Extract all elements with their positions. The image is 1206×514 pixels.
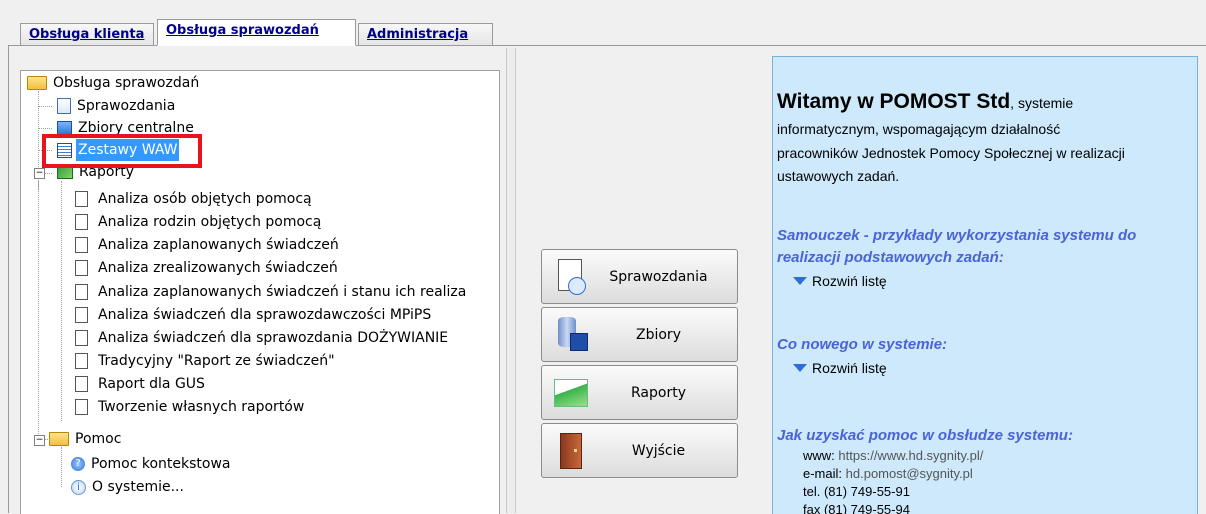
chart-icon [552,373,590,413]
highlight-annotation [42,134,202,168]
tree-item-o-systemie[interactable]: i O systemie... [71,476,186,498]
open-folder-icon [49,432,69,446]
tree-item-report[interactable]: Analiza zaplanowanych świadczeń [73,234,341,256]
welcome-heading: Witamy w POMOST Std, systemie [777,90,1074,113]
collapse-raporty-toggle[interactable]: − [34,168,45,179]
pomoc-heading: Jak uzyskać pomoc w obsłudze systemu: [777,427,1073,444]
tree-item-report[interactable]: Tradycyjny "Raport ze świadczeń" [73,350,337,372]
tab-obsluga-klienta[interactable]: Obsługa klienta [20,23,154,45]
phone-contact: tel. (81) 749-55-91 [803,484,910,499]
tree-item-pomoc[interactable]: Pomoc [49,428,123,450]
tree-root[interactable]: Obsługa sprawozdań [27,72,201,94]
info-icon: i [71,479,86,495]
tree-connector [38,106,52,107]
open-folder-icon [27,76,47,90]
report-doc-icon [57,98,71,114]
zbiory-button[interactable]: Zbiory [541,307,738,362]
document-icon [75,353,88,369]
welcome-text: informatycznym, wspomagającym działalnoś… [777,121,1061,137]
help-icon: ? [71,457,85,471]
chevron-down-icon [793,277,807,285]
expand-nowosci-link[interactable]: Rozwiń listę [793,360,887,376]
tree-item-sprawozdania[interactable]: Sprawozdania [57,95,177,117]
samouczek-heading: Samouczek - przykłady wykorzystania syst… [777,227,1137,244]
document-icon [75,376,88,392]
welcome-text: pracowników Jednostek Pomocy Społecznej … [777,145,1125,161]
document-icon [75,284,88,300]
document-icon [75,191,88,207]
document-icon [75,307,88,323]
tree-item-report[interactable]: Analiza świadczeń dla sprawozdawczości M… [73,304,433,326]
tree-item-pomoc-kontekstowa[interactable]: ? Pomoc kontekstowa [71,453,233,475]
wyjscie-button[interactable]: Wyjście [541,423,738,478]
tree-item-report[interactable]: Raport dla GUS [73,373,207,395]
welcome-text: ustawowych zadań. [777,168,900,184]
samouczek-heading: realizacji podstawowych zadań: [777,249,1004,266]
fax-contact: fax (81) 749-55-94 [803,502,910,514]
document-icon [75,260,88,276]
panel-splitter[interactable] [506,48,516,513]
tree-item-report[interactable]: Analiza rodzin objętych pomocą [73,211,323,233]
tree-item-report[interactable]: Analiza zrealizowanych świadczeń [73,257,340,279]
tab-bar: Obsługa klienta Obsługa sprawozdań Admin… [0,0,1206,46]
sprawozdania-button[interactable]: Sprawozdania [541,249,738,304]
tree-connector [61,447,62,487]
collapse-pomoc-toggle[interactable]: − [34,435,45,446]
database-icon [552,315,590,355]
document-icon [75,214,88,230]
tree-item-report[interactable]: Analiza świadczeń dla sprawozdania DOŻYW… [73,327,450,349]
www-contact[interactable]: www: https://www.hd.sygnity.pl/ [803,448,983,463]
tree-item-report[interactable]: Tworzenie własnych raportów [73,396,306,418]
tab-administracja[interactable]: Administracja [358,23,493,45]
document-icon [75,330,88,346]
report-doc-icon [552,257,590,297]
tree-connector [38,181,39,446]
co-nowego-heading: Co nowego w systemie: [777,336,948,353]
document-icon [75,399,88,415]
welcome-info-panel: Witamy w POMOST Std, systemie informatyc… [772,56,1198,514]
tree-item-report[interactable]: Analiza osób objętych pomocą [73,188,314,210]
chevron-down-icon [793,364,807,372]
tab-obsluga-sprawozdan[interactable]: Obsługa sprawozdań [157,19,356,46]
expand-samouczek-link[interactable]: Rozwiń listę [793,273,887,289]
email-contact[interactable]: e-mail: hd.pomost@sygnity.pl [803,466,973,481]
tree-connector [38,128,52,129]
tree-item-report[interactable]: Analiza zaplanowanych świadczeń i stanu … [73,281,468,303]
raporty-button[interactable]: Raporty [541,365,738,420]
exit-door-icon [552,431,590,471]
tree-connector [61,181,62,421]
document-icon [75,237,88,253]
